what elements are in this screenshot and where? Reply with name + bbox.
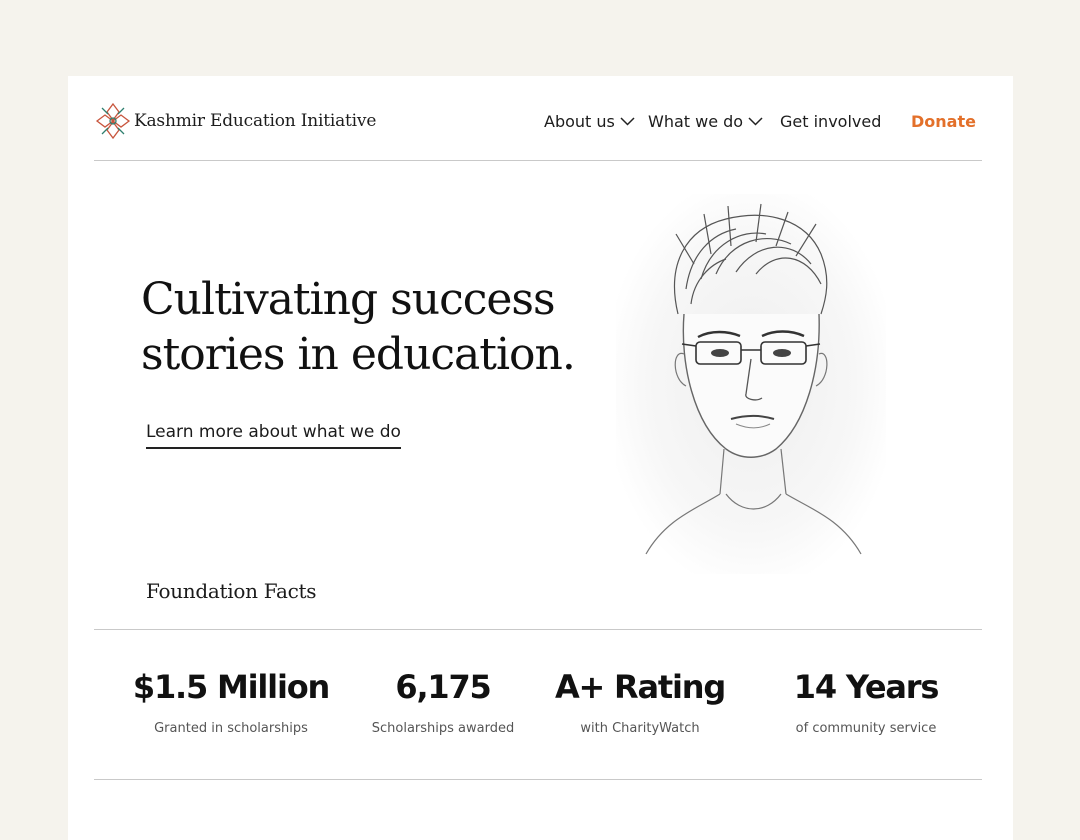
portrait-sketch-image: [616, 194, 886, 574]
nav-item-get-involved[interactable]: Get involved: [780, 112, 911, 131]
fact-label: with CharityWatch: [580, 721, 700, 736]
nav-item-label: About us: [544, 112, 615, 131]
fact-label: Granted in scholarships: [154, 721, 308, 736]
chevron-down-icon: [620, 117, 635, 126]
fact-value: $1.5 Million: [132, 668, 330, 706]
page-card: Kashmir Education Initiative About us Wh…: [68, 76, 1013, 840]
header-divider: [94, 160, 982, 161]
fact-label: Scholarships awarded: [371, 721, 515, 736]
fact-value: A+ Rating: [554, 668, 726, 706]
fact-scholarships-granted: $1.5 Million Granted in scholarships: [131, 668, 331, 736]
fact-label: of community service: [795, 721, 937, 736]
chevron-down-icon: [748, 117, 763, 126]
nav-item-about-us[interactable]: About us: [544, 112, 648, 131]
fact-value: 6,175: [395, 668, 491, 706]
nav-item-label: What we do: [648, 112, 744, 131]
nav-item-label: Get involved: [780, 112, 882, 131]
fact-years: 14 Years of community service: [766, 668, 966, 736]
fact-rating: A+ Rating with CharityWatch: [540, 668, 740, 736]
brand-name: Kashmir Education Initiative: [134, 111, 377, 131]
fact-value: 14 Years: [793, 668, 940, 706]
donate-button[interactable]: Donate: [911, 112, 976, 131]
kashmiri-flower-icon: [95, 102, 131, 140]
fact-scholarships-awarded: 6,175 Scholarships awarded: [343, 668, 543, 736]
facts-bottom-divider: [94, 779, 982, 780]
hero-title: Cultivating success stories in education…: [141, 274, 576, 380]
nav-item-what-we-do[interactable]: What we do: [648, 112, 780, 131]
main-nav: About us What we do Get involved Donate: [544, 112, 976, 131]
facts-top-divider: [94, 629, 982, 630]
learn-more-link[interactable]: Learn more about what we do: [146, 422, 401, 449]
brand-logo[interactable]: Kashmir Education Initiative: [95, 102, 376, 140]
facts-heading: Foundation Facts: [146, 579, 317, 603]
